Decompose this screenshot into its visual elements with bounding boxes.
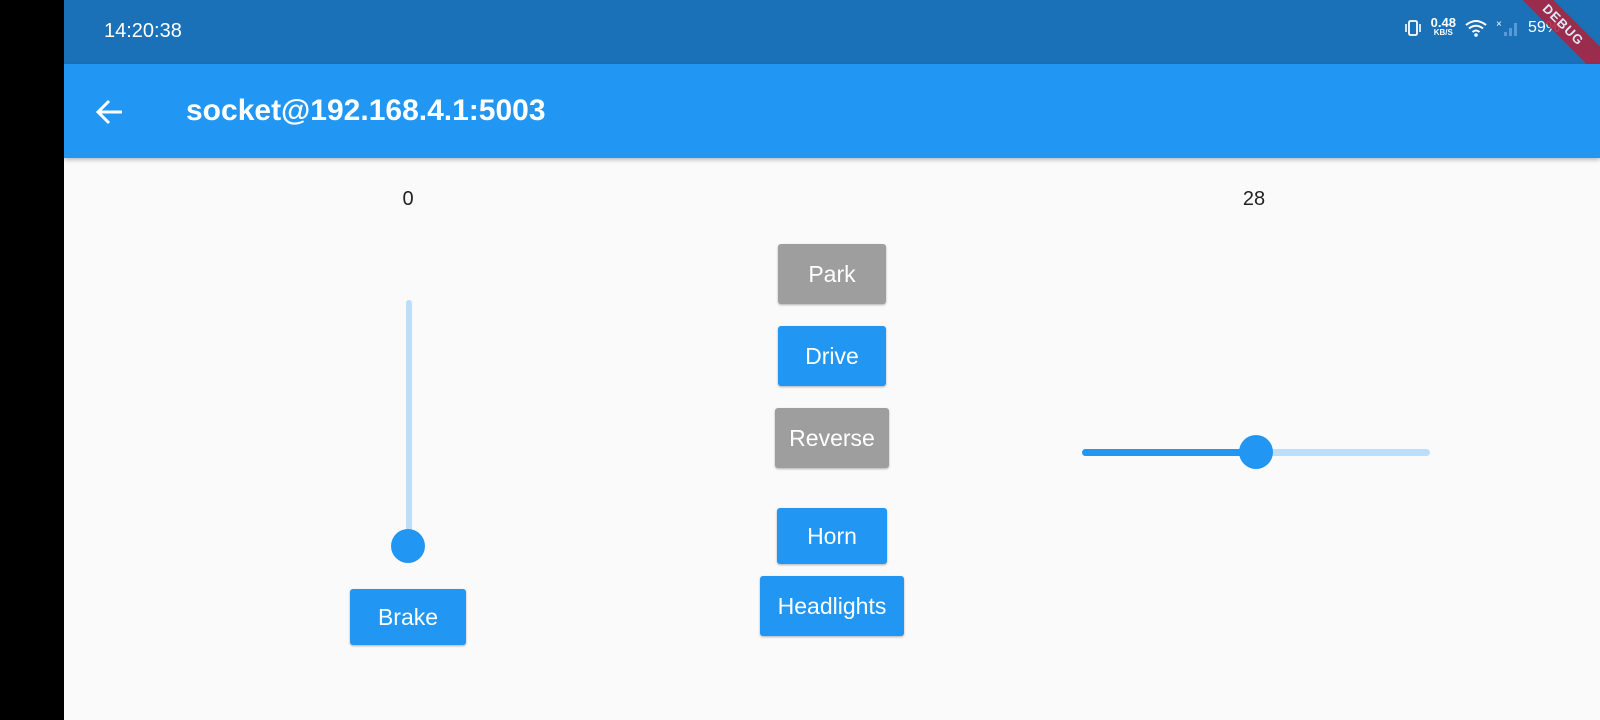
drive-button[interactable]: Drive	[778, 326, 886, 386]
net-speed: 0.48 KB/S	[1430, 15, 1456, 38]
page-title: socket@192.168.4.1:5003	[186, 94, 546, 127]
brake-button[interactable]: Brake	[350, 589, 466, 645]
app-bar: socket@192.168.4.1:5003	[64, 64, 1600, 158]
vibrate-icon	[1404, 20, 1421, 36]
status-time: 14:20:38	[104, 20, 182, 42]
throttle-slider-thumb[interactable]	[1239, 435, 1273, 469]
brake-value-label: 0	[402, 188, 414, 210]
throttle-slider-fill	[1082, 449, 1256, 456]
back-button[interactable]	[90, 92, 130, 132]
arrow-left-icon	[95, 99, 122, 125]
wifi-icon	[1465, 20, 1487, 37]
svg-text:×: ×	[1496, 19, 1502, 30]
throttle-value-label: 28	[1242, 188, 1266, 210]
brake-slider-thumb[interactable]	[391, 529, 425, 563]
reverse-button[interactable]: Reverse	[775, 408, 889, 468]
horn-button[interactable]: Horn	[777, 508, 887, 564]
net-speed-unit: KB/S	[1433, 28, 1453, 37]
signal-icon: ×	[1496, 19, 1517, 36]
status-bar: 14:20:38 0.48 KB/S × 59% DEBUG	[64, 0, 1600, 86]
status-icons: 0.48 KB/S × 59%	[1403, 15, 1560, 38]
app-screen: 14:20:38 0.48 KB/S × 59% DEBUG socket@19…	[64, 0, 1600, 720]
headlights-button[interactable]: Headlights	[760, 576, 904, 636]
brake-slider-track[interactable]	[406, 300, 412, 546]
park-button[interactable]: Park	[778, 244, 886, 304]
net-speed-value: 0.48	[1430, 15, 1456, 30]
throttle-slider-track[interactable]	[1082, 435, 1430, 469]
